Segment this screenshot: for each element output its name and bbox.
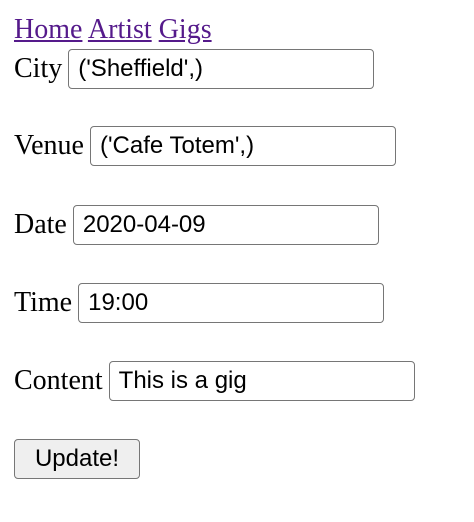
time-input[interactable] xyxy=(78,283,385,323)
date-row: Date xyxy=(14,205,379,245)
content-label: Content xyxy=(14,365,103,396)
update-button[interactable]: Update! xyxy=(14,439,140,479)
nav-links: Home Artist Gigs xyxy=(14,13,212,47)
venue-label: Venue xyxy=(14,130,84,161)
nav-link-gigs[interactable]: Gigs xyxy=(159,14,212,45)
date-label: Date xyxy=(14,209,67,240)
nav-link-artist[interactable]: Artist xyxy=(88,14,152,45)
time-label: Time xyxy=(14,287,73,318)
nav-link-home[interactable]: Home xyxy=(14,14,82,45)
content-row: Content xyxy=(14,361,415,401)
content-input[interactable] xyxy=(108,361,415,401)
venue-input[interactable] xyxy=(89,126,396,166)
city-input[interactable] xyxy=(68,49,375,89)
time-row: Time xyxy=(14,283,385,323)
date-input[interactable] xyxy=(72,205,379,245)
city-row: City xyxy=(14,49,375,89)
venue-row: Venue xyxy=(14,126,396,166)
city-label: City xyxy=(14,53,63,84)
